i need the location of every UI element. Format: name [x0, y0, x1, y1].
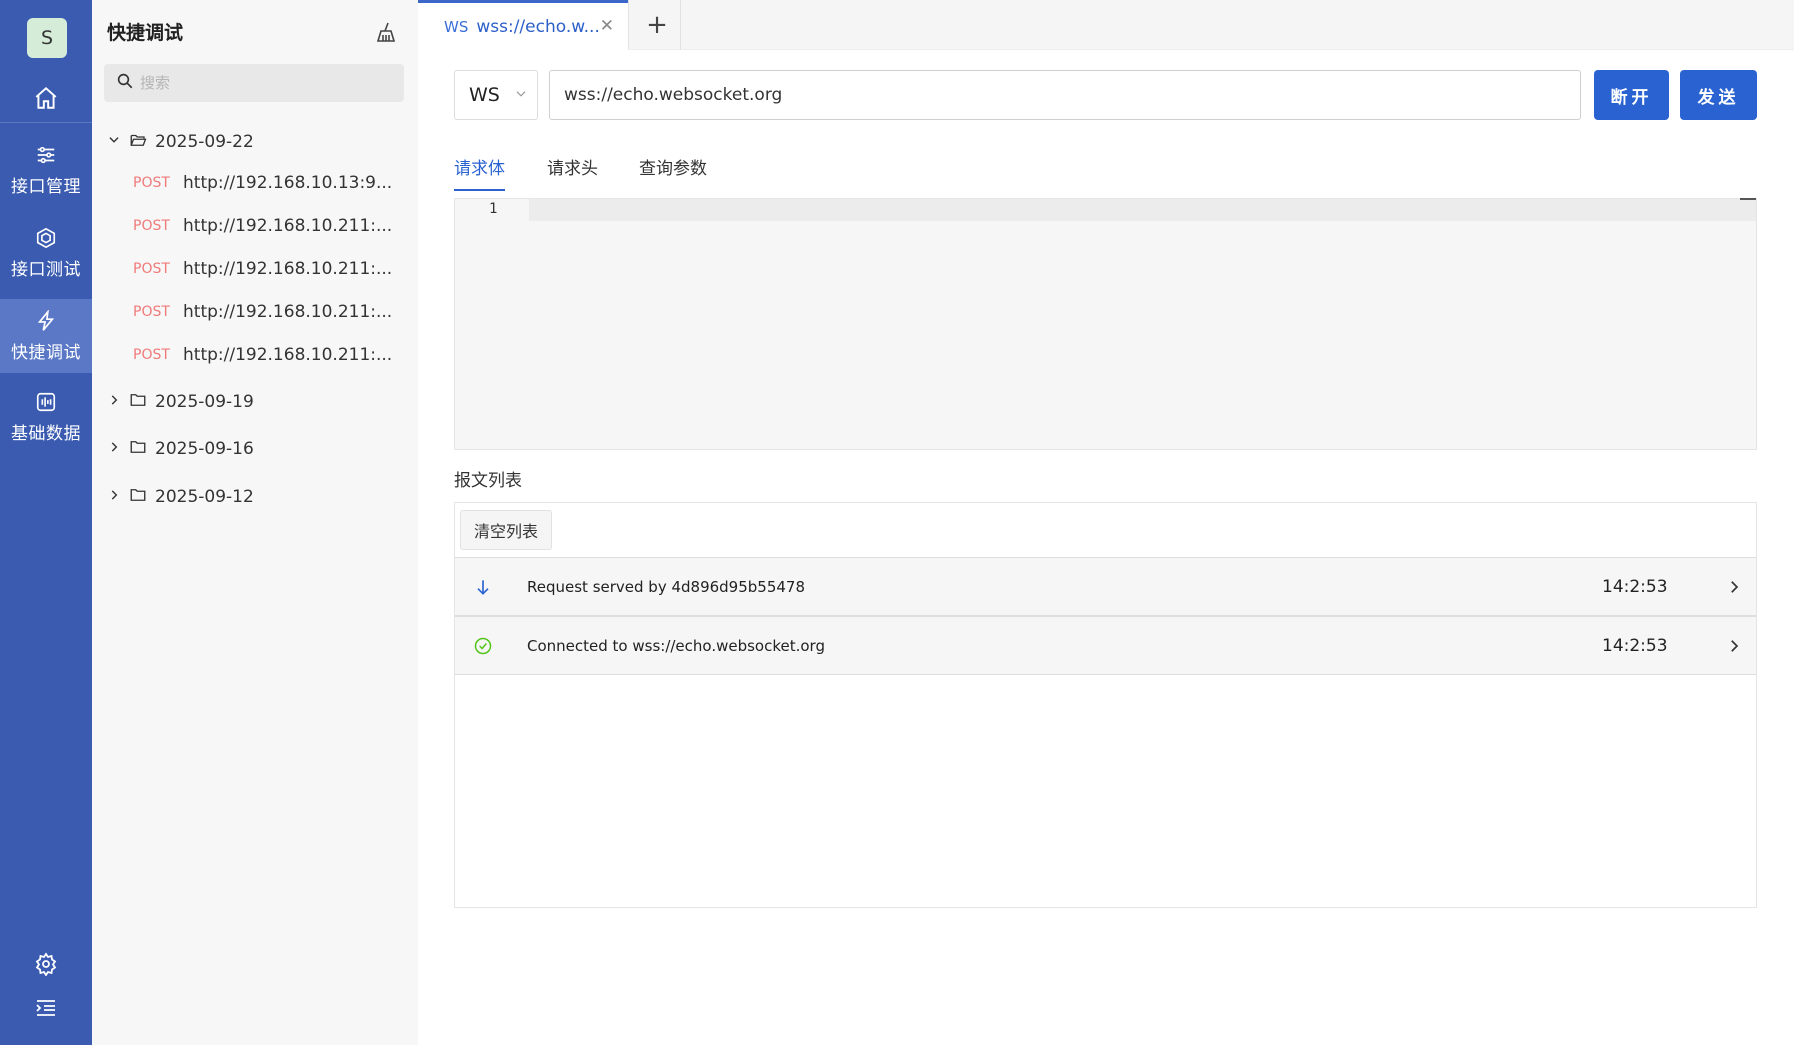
- rail-item-api-test[interactable]: 接口测试: [0, 216, 92, 290]
- message-text: Connected to wss://echo.websocket.org: [527, 636, 825, 655]
- data-icon: [35, 391, 57, 413]
- close-icon[interactable]: ✕: [600, 16, 614, 36]
- disconnect-button[interactable]: 断开: [1594, 70, 1669, 120]
- home-button[interactable]: [0, 78, 92, 122]
- chevron-right-icon: [107, 439, 121, 459]
- folder-2025-09-16[interactable]: 2025-09-16: [107, 434, 254, 464]
- gear-icon: [34, 952, 58, 980]
- plus-icon: +: [646, 10, 668, 40]
- search-input[interactable]: [140, 74, 380, 92]
- rail-item-label: 基础数据: [11, 423, 81, 444]
- sliders-icon: [35, 144, 57, 166]
- tab-protocol: WS: [444, 17, 469, 36]
- search-icon: [116, 72, 134, 94]
- chevron-down-icon: [514, 84, 528, 106]
- request-item[interactable]: POST http://192.168.10.211:...: [133, 340, 392, 370]
- folder-label: 2025-09-16: [155, 439, 254, 459]
- avatar[interactable]: S: [27, 18, 67, 58]
- chevron-right-icon: [107, 392, 121, 412]
- folder-2025-09-19[interactable]: 2025-09-19: [107, 387, 254, 417]
- request-item[interactable]: POST http://192.168.10.211:...: [133, 211, 392, 241]
- message-row[interactable]: Connected to wss://echo.websocket.org 14…: [455, 616, 1756, 675]
- request-url: http://192.168.10.211:...: [183, 259, 393, 279]
- tab-query-params[interactable]: 查询参数: [639, 154, 707, 189]
- line-number: 1: [489, 201, 498, 217]
- method-badge: POST: [133, 261, 170, 277]
- method-badge: POST: [133, 218, 170, 234]
- menu-collapse-icon: [34, 996, 58, 1024]
- url-input[interactable]: [549, 70, 1581, 120]
- protocol-select[interactable]: WS: [454, 70, 538, 120]
- folder-icon: [129, 391, 147, 414]
- request-item[interactable]: POST http://192.168.10.211:...: [133, 297, 392, 327]
- folder-icon: [129, 438, 147, 461]
- add-tab-button[interactable]: +: [640, 8, 674, 42]
- line-gutter: 1: [455, 199, 529, 449]
- tab-request-body[interactable]: 请求体: [454, 154, 505, 191]
- folder-icon: [129, 486, 147, 509]
- protocol-value: WS: [469, 84, 500, 106]
- side-panel: 快捷调试 2025-09-22 POST http://192.168.10.1…: [92, 0, 418, 1045]
- folder-open-icon: [129, 131, 147, 154]
- rail-item-label: 快捷调试: [11, 342, 81, 363]
- clear-list-button[interactable]: 清空列表: [460, 510, 552, 550]
- message-row[interactable]: Request served by 4d896d95b55478 14:2:53: [455, 557, 1756, 616]
- folder-2025-09-22[interactable]: 2025-09-22: [107, 127, 254, 157]
- check-circle-icon: [473, 636, 493, 660]
- tab-request-headers[interactable]: 请求头: [547, 154, 598, 189]
- folder-label: 2025-09-19: [155, 392, 254, 412]
- tab-divider: [628, 0, 629, 50]
- folder-label: 2025-09-22: [155, 132, 254, 152]
- rail-divider: [0, 122, 92, 123]
- broom-icon[interactable]: [374, 20, 398, 48]
- message-list-title: 报文列表: [454, 471, 522, 491]
- body-editor[interactable]: 1: [454, 198, 1757, 450]
- chevron-right-icon[interactable]: [1725, 578, 1743, 600]
- home-icon: [33, 85, 59, 115]
- tab-title: wss://echo.w...: [476, 16, 600, 37]
- hexagon-icon: [35, 227, 57, 249]
- request-url: http://192.168.10.211:...: [183, 345, 393, 365]
- request-url: http://192.168.10.211:...: [183, 302, 393, 322]
- search-field[interactable]: [104, 64, 404, 102]
- message-time: 14:2:53: [1602, 635, 1668, 656]
- message-text: Request served by 4d896d95b55478: [527, 577, 806, 596]
- request-url: http://192.168.10.13:9...: [183, 173, 393, 193]
- method-badge: POST: [133, 175, 170, 191]
- settings-button[interactable]: [0, 946, 92, 986]
- collapse-menu-button[interactable]: [0, 990, 92, 1030]
- panel-title: 快捷调试: [107, 22, 184, 44]
- chevron-right-icon[interactable]: [1725, 637, 1743, 659]
- request-item[interactable]: POST http://192.168.10.13:9...: [133, 168, 392, 198]
- rail-item-quick-debug[interactable]: 快捷调试: [0, 299, 92, 373]
- lightning-icon: [35, 309, 57, 332]
- message-time: 14:2:53: [1602, 576, 1668, 597]
- arrow-down-icon: [473, 577, 493, 601]
- rail-item-base-data[interactable]: 基础数据: [0, 380, 92, 454]
- tab-bar: WS wss://echo.w... ✕ +: [418, 0, 1794, 50]
- request-url: http://192.168.10.211:...: [183, 216, 393, 236]
- rail-item-label: 接口测试: [11, 259, 81, 280]
- send-button[interactable]: 发送: [1680, 70, 1757, 120]
- rail-item-api-management[interactable]: 接口管理: [0, 133, 92, 207]
- chevron-down-icon: [107, 132, 121, 152]
- rail-item-label: 接口管理: [11, 176, 81, 197]
- active-line: [529, 199, 1756, 221]
- tab-divider: [680, 0, 681, 50]
- minimize-icon[interactable]: [1740, 198, 1756, 200]
- chevron-right-icon: [107, 487, 121, 507]
- method-badge: POST: [133, 347, 170, 363]
- method-badge: POST: [133, 304, 170, 320]
- folder-label: 2025-09-12: [155, 487, 254, 507]
- request-item[interactable]: POST http://192.168.10.211:...: [133, 254, 392, 284]
- tab-websocket[interactable]: WS wss://echo.w... ✕: [418, 0, 628, 50]
- nav-rail: S 接口管理 接口测试 快捷调试 基础数据: [0, 0, 92, 1045]
- folder-2025-09-12[interactable]: 2025-09-12: [107, 482, 254, 512]
